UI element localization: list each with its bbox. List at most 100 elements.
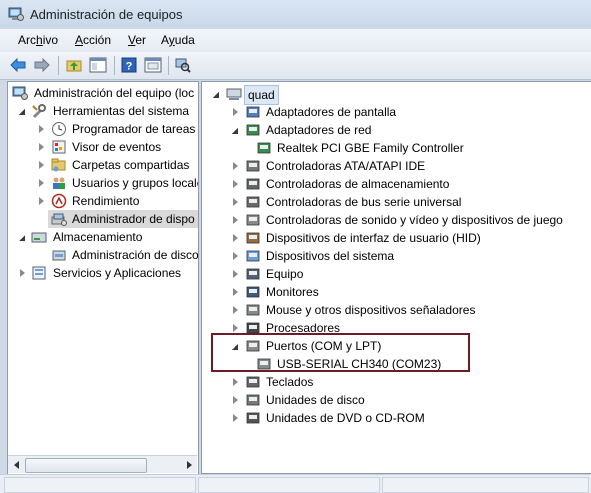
device-category-row[interactable]: Procesadores [202, 319, 591, 337]
expand-arrow-icon[interactable] [39, 125, 44, 133]
expand-arrow-icon[interactable] [233, 396, 238, 404]
help-button[interactable]: ? [119, 56, 139, 74]
expand-arrow-icon[interactable] [233, 306, 238, 314]
scroll-left-button[interactable] [8, 456, 25, 473]
device-category-label: Controladoras de bus serie universal [266, 195, 462, 209]
expand-arrow-icon[interactable] [233, 414, 238, 422]
expand-arrow-icon[interactable] [233, 216, 238, 224]
collapse-arrow-icon[interactable] [19, 235, 25, 241]
tree-item-disk-management[interactable]: Administración de disco [8, 246, 198, 264]
expand-arrow-icon[interactable] [233, 180, 238, 188]
tree-item-system-tools[interactable]: Herramientas del sistema [8, 102, 198, 120]
device-category-row[interactable]: Adaptadores de red [202, 121, 591, 139]
device-category-row[interactable]: Puertos (COM y LPT) [202, 337, 591, 355]
ide-controller-icon [246, 160, 260, 172]
status-bar [0, 474, 591, 493]
device-category-label: Controladoras ATA/ATAPI IDE [266, 159, 426, 173]
network-adapter-icon [246, 124, 260, 136]
display-adapter-icon [246, 106, 260, 118]
expand-arrow-icon[interactable] [20, 269, 25, 277]
computer-icon [246, 268, 260, 280]
usb-icon [246, 196, 260, 208]
expand-arrow-icon[interactable] [39, 179, 44, 187]
device-category-label: Teclados [266, 375, 314, 389]
expand-arrow-icon[interactable] [233, 378, 238, 386]
tree-item-local-users[interactable]: Usuarios y grupos locale [8, 174, 198, 192]
device-category-row[interactable]: Dispositivos del sistema [202, 247, 591, 265]
expand-arrow-icon[interactable] [233, 234, 238, 242]
tree-item-task-scheduler[interactable]: Programador de tareas [8, 120, 198, 138]
menu-ver[interactable]: Ver [128, 33, 146, 47]
device-category-row[interactable]: Unidades de DVD o CD-ROM [202, 409, 591, 427]
menu-archivo[interactable]: Archivo [18, 33, 58, 47]
device-category-row[interactable]: Controladoras de sonido y vídeo y dispos… [202, 211, 591, 229]
expand-arrow-icon[interactable] [233, 288, 238, 296]
tree-item-storage[interactable]: Almacenamiento [8, 228, 198, 246]
menu-ayuda[interactable]: Ayuda [161, 33, 195, 47]
tree-item-label: Usuarios y grupos locale [72, 176, 199, 190]
tree-item-shared-folders[interactable]: Carpetas compartidas [8, 156, 198, 174]
tree-item-label: Servicios y Aplicaciones [53, 266, 182, 280]
expand-arrow-icon[interactable] [233, 252, 238, 260]
device-category-label: Dispositivos del sistema [266, 249, 395, 263]
expand-arrow-icon[interactable] [233, 324, 238, 332]
toolbar: ? [0, 52, 591, 80]
expand-arrow-icon[interactable] [233, 198, 238, 206]
tree-item-event-viewer[interactable]: Visor de eventos [8, 138, 198, 156]
status-segment [382, 477, 589, 493]
device-category-row[interactable]: Adaptadores de pantalla [202, 103, 591, 121]
show-hide-tree-button[interactable] [88, 56, 108, 74]
expand-arrow-icon[interactable] [233, 108, 238, 116]
menu-accion[interactable]: Acción [75, 33, 111, 47]
collapse-arrow-icon[interactable] [232, 344, 238, 350]
tree-item-device-manager[interactable]: Administrador de dispo [48, 210, 198, 228]
device-category-row[interactable]: Dispositivos de interfaz de usuario (HID… [202, 229, 591, 247]
device-category-row[interactable]: Realtek PCI GBE Family Controller [202, 139, 591, 157]
device-category-row[interactable]: Monitores [202, 283, 591, 301]
collapse-arrow-icon[interactable] [213, 92, 219, 98]
left-pane-horizontal-scrollbar[interactable] [8, 455, 197, 473]
up-button[interactable] [64, 56, 84, 74]
device-category-row[interactable]: Controladoras de bus serie universal [202, 193, 591, 211]
computer-icon [226, 88, 242, 100]
keyboard-icon [246, 376, 260, 388]
tree-item-label: Administración de disco [72, 248, 199, 262]
serial-port-icon [257, 358, 271, 370]
device-category-row[interactable]: USB-SERIAL CH340 (COM23) [202, 355, 591, 373]
tree-item-performance[interactable]: Rendimiento [8, 192, 198, 210]
expand-arrow-icon[interactable] [233, 270, 238, 278]
device-category-label: Monitores [266, 285, 319, 299]
scan-hardware-button[interactable] [173, 56, 193, 74]
device-category-row[interactable]: Unidades de disco [202, 391, 591, 409]
device-tree-root[interactable]: quad [202, 85, 591, 105]
forward-button[interactable] [32, 56, 52, 74]
expand-arrow-icon[interactable] [39, 197, 44, 205]
device-category-label: Dispositivos de interfaz de usuario (HID… [266, 231, 481, 245]
tree-item-label: Almacenamiento [53, 230, 143, 244]
svg-text:?: ? [126, 61, 133, 73]
expand-arrow-icon[interactable] [39, 143, 44, 151]
device-category-row[interactable]: Teclados [202, 373, 591, 391]
device-category-label: Puertos (COM y LPT) [266, 339, 382, 353]
tree-root-computer-management[interactable]: Administración del equipo (loc [8, 84, 198, 102]
device-category-row[interactable]: Controladoras ATA/ATAPI IDE [202, 157, 591, 175]
computer-management-icon [8, 7, 24, 21]
tree-item-services[interactable]: Servicios y Aplicaciones [8, 264, 198, 282]
device-category-row[interactable]: Equipo [202, 265, 591, 283]
collapse-arrow-icon[interactable] [19, 109, 25, 115]
scrollbar-thumb[interactable] [25, 458, 147, 473]
computer-management-icon [12, 86, 28, 100]
back-arrow-icon [10, 58, 26, 72]
device-category-label: Procesadores [266, 321, 341, 335]
expand-arrow-icon[interactable] [233, 162, 238, 170]
device-category-row[interactable]: Mouse y otros dispositivos señaladores [202, 301, 591, 319]
toolbar-separator [58, 56, 59, 75]
back-button[interactable] [8, 56, 28, 74]
tree-item-label: Programador de tareas [72, 122, 196, 136]
expand-arrow-icon[interactable] [39, 161, 44, 169]
device-category-row[interactable]: Controladoras de almacenamiento [202, 175, 591, 193]
scroll-right-button[interactable] [180, 456, 197, 473]
properties-button[interactable] [143, 56, 163, 74]
collapse-arrow-icon[interactable] [232, 128, 238, 134]
forward-arrow-icon [34, 58, 50, 72]
